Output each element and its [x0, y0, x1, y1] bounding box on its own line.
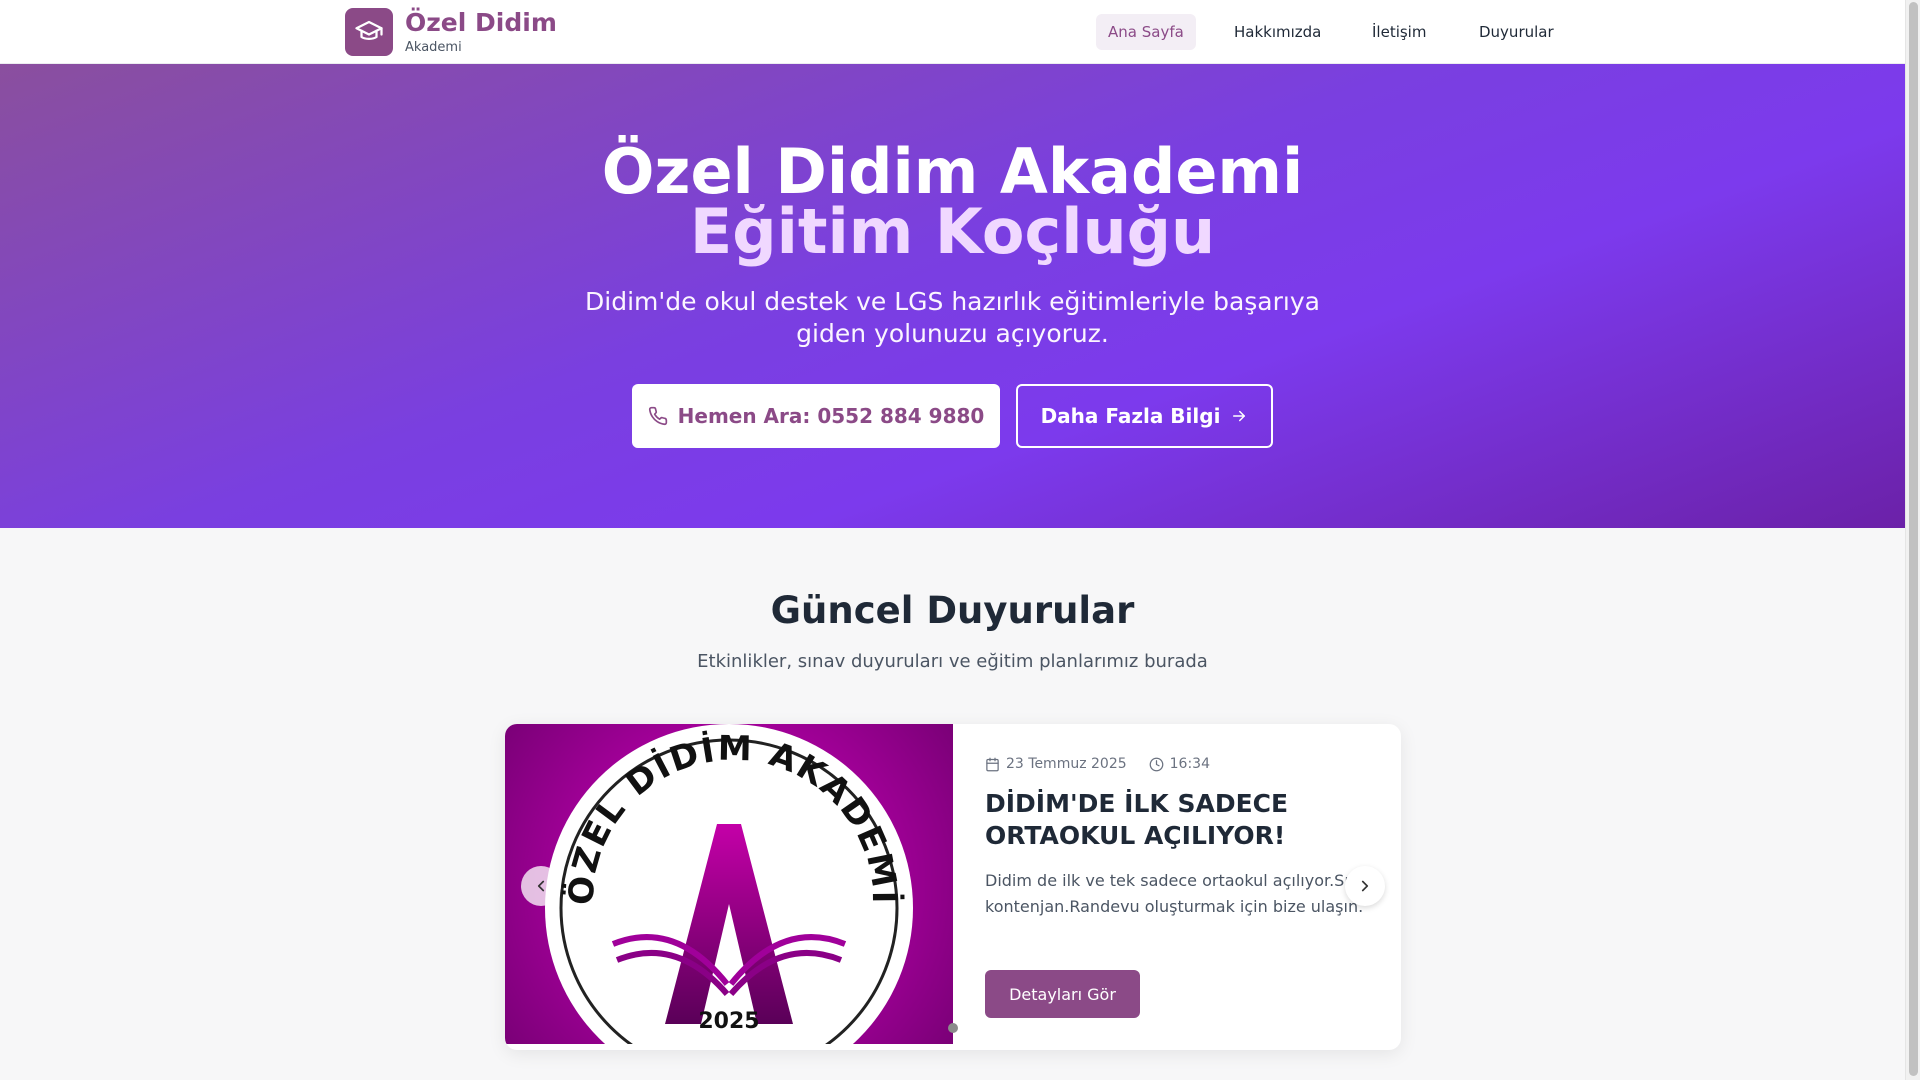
- graduation-cap-icon: [355, 20, 383, 40]
- announcement-image: ÖZEL DİDİM AKADEMİ 2025: [505, 724, 953, 1044]
- logo-year-text: 2025: [698, 1009, 759, 1034]
- nav-item-home[interactable]: Ana Sayfa: [1096, 14, 1196, 50]
- announcement-card: ÖZEL DİDİM AKADEMİ 2025 23 Temmuz 2025 1…: [505, 724, 1401, 1050]
- hero-title-line2: Eğitim Koçluğu: [689, 195, 1216, 268]
- hero-section: Özel Didim Akademi Eğitim Koçluğu Didim'…: [0, 64, 1905, 528]
- more-info-button[interactable]: Daha Fazla Bilgi: [1016, 384, 1273, 448]
- announcement-meta: 23 Temmuz 2025 16:34: [985, 756, 1210, 772]
- logo[interactable]: [345, 8, 393, 56]
- announcement-time: 16:34: [1169, 756, 1210, 772]
- carousel-prev-button[interactable]: [521, 866, 561, 906]
- announcement-title: DİDİM'DE İLK SADECE ORTAOKUL AÇILIYOR!: [985, 789, 1289, 850]
- brand-title[interactable]: Özel Didim: [405, 8, 557, 38]
- hero-subtitle: Didim'de okul destek ve LGS hazırlık eği…: [585, 287, 1320, 348]
- announcement-body: 23 Temmuz 2025 16:34 DİDİM'DE İLK SADECE…: [985, 724, 1385, 1050]
- academy-logo-image: ÖZEL DİDİM AKADEMİ 2025: [545, 724, 913, 1044]
- calendar-icon: [986, 757, 999, 771]
- clock-icon: [1149, 757, 1164, 771]
- site-header: Özel Didim Akademi Ana Sayfa Hakkımızda …: [0, 0, 1905, 64]
- page-scrollbar[interactable]: [1905, 0, 1920, 1080]
- carousel-indicator-dot[interactable]: [948, 1023, 958, 1033]
- nav-item-announcements[interactable]: Duyurular: [1467, 14, 1566, 50]
- announcement-date: 23 Temmuz 2025: [1006, 756, 1127, 772]
- phone-icon: [648, 406, 667, 426]
- announcements-subtitle: Etkinlikler, sınav duyuruları ve eğitim …: [697, 651, 1208, 672]
- nav-item-contact[interactable]: İletişim: [1360, 14, 1438, 50]
- scrollbar-thumb[interactable]: [1909, 2, 1918, 1076]
- call-now-button[interactable]: Hemen Ara: 0552 884 9880: [632, 384, 1000, 448]
- more-info-label: Daha Fazla Bilgi: [1040, 404, 1221, 428]
- chevron-left-icon: [537, 880, 545, 892]
- view-details-button[interactable]: Detayları Gör: [985, 970, 1140, 1018]
- nav-item-about[interactable]: Hakkımızda: [1222, 14, 1333, 50]
- hero-title: Özel Didim Akademi Eğitim Koçluğu: [0, 141, 1905, 268]
- brand-subtitle: Akademi: [405, 40, 462, 55]
- chevron-right-icon: [1361, 880, 1369, 892]
- call-now-label: Hemen Ara: 0552 884 9880: [677, 404, 985, 428]
- carousel-next-button[interactable]: [1345, 866, 1385, 906]
- arrow-right-icon: [1233, 410, 1246, 422]
- announcements-title: Güncel Duyurular: [770, 589, 1135, 632]
- announcement-description: Didim de ilk ve tek sadece ortaokul açıl…: [985, 871, 1379, 916]
